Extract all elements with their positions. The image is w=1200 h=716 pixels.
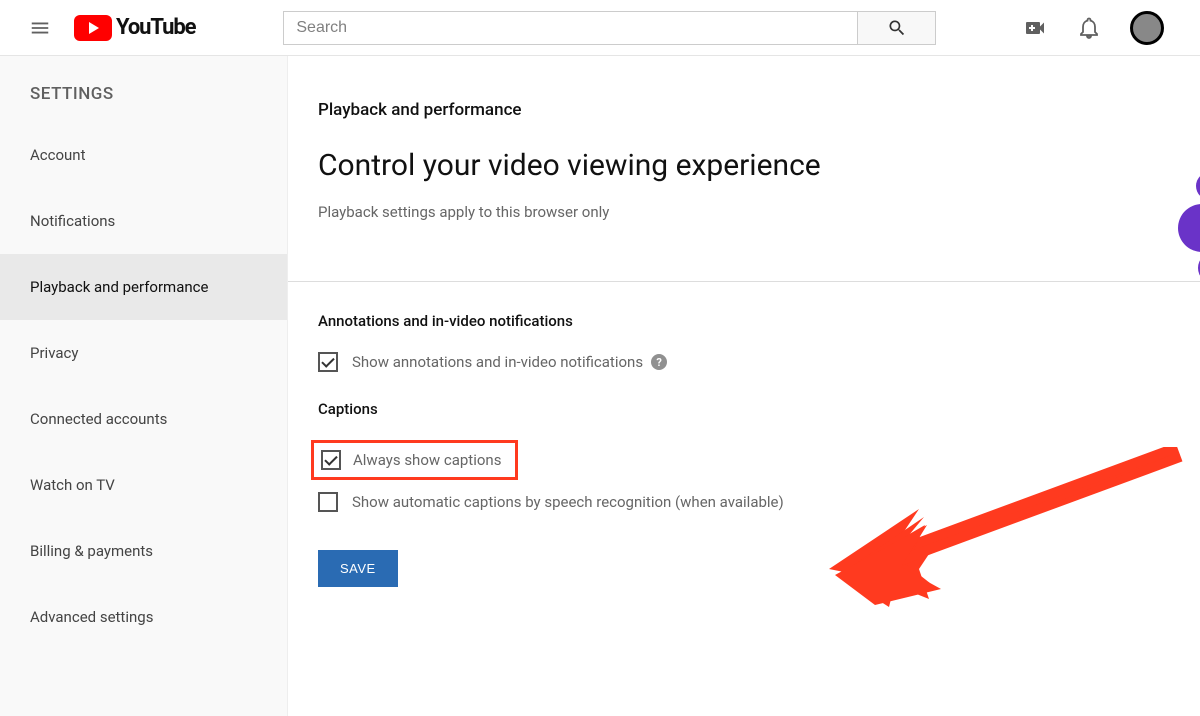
sidebar-title: SETTINGS	[0, 84, 287, 104]
sidebar-item-connected-accounts[interactable]: Connected accounts	[0, 386, 287, 452]
annotations-heading: Annotations and in-video notifications	[318, 312, 1200, 330]
help-icon[interactable]: ?	[651, 354, 667, 370]
notifications-icon[interactable]	[1076, 15, 1102, 41]
page-title: Control your video viewing experience	[318, 148, 1200, 183]
always-show-captions-label: Always show captions	[353, 451, 501, 469]
auto-captions-checkbox[interactable]	[318, 492, 338, 512]
save-button[interactable]: SAVE	[318, 550, 398, 587]
main-panel: Playback and performance Control your vi…	[288, 56, 1200, 716]
sidebar-item-privacy[interactable]: Privacy	[0, 320, 287, 386]
youtube-logo[interactable]: YouTube	[74, 15, 195, 41]
page-subtitle: Playback settings apply to this browser …	[318, 203, 1200, 221]
sidebar-item-label: Advanced settings	[30, 608, 153, 626]
sidebar-item-label: Notifications	[30, 212, 115, 230]
sidebar-item-watch-on-tv[interactable]: Watch on TV	[0, 452, 287, 518]
annotations-checkbox-label: Show annotations and in-video notificati…	[352, 353, 643, 371]
sidebar-item-notifications[interactable]: Notifications	[0, 188, 287, 254]
sidebar-item-label: Connected accounts	[30, 410, 167, 428]
search-button[interactable]	[858, 11, 936, 45]
sidebar-item-label: Account	[30, 146, 86, 164]
header: YouTube	[0, 0, 1200, 56]
youtube-play-icon	[74, 15, 112, 41]
sidebar-item-label: Privacy	[30, 344, 78, 362]
annotations-section: Annotations and in-video notifications S…	[318, 282, 1200, 587]
search-bar	[283, 11, 936, 45]
content: SETTINGS Account Notifications Playback …	[0, 56, 1200, 716]
sidebar-item-playback[interactable]: Playback and performance	[0, 254, 287, 320]
create-video-icon[interactable]	[1022, 15, 1048, 41]
hamburger-menu-icon[interactable]	[20, 8, 60, 48]
sidebar-item-label: Watch on TV	[30, 476, 115, 494]
captions-heading: Captions	[318, 400, 1200, 418]
annotations-checkbox[interactable]	[318, 352, 338, 372]
section-label: Playback and performance	[318, 100, 1200, 120]
sidebar-item-label: Playback and performance	[30, 278, 208, 296]
settings-sidebar: SETTINGS Account Notifications Playback …	[0, 56, 288, 716]
sidebar-item-billing[interactable]: Billing & payments	[0, 518, 287, 584]
search-icon	[887, 18, 907, 38]
annotations-checkbox-row: Show annotations and in-video notificati…	[318, 352, 1200, 372]
search-input[interactable]	[283, 11, 858, 45]
avatar[interactable]	[1130, 11, 1164, 45]
youtube-logo-text: YouTube	[116, 15, 195, 40]
auto-captions-row: Show automatic captions by speech recogn…	[318, 492, 1200, 512]
sidebar-item-advanced[interactable]: Advanced settings	[0, 584, 287, 650]
sidebar-item-label: Billing & payments	[30, 542, 153, 560]
auto-captions-label: Show automatic captions by speech recogn…	[352, 493, 784, 511]
always-show-captions-highlight: Always show captions	[311, 440, 518, 480]
always-show-captions-checkbox[interactable]	[321, 450, 341, 470]
decorative-shape	[1172, 168, 1200, 288]
sidebar-item-account[interactable]: Account	[0, 122, 287, 188]
header-actions	[1022, 11, 1184, 45]
